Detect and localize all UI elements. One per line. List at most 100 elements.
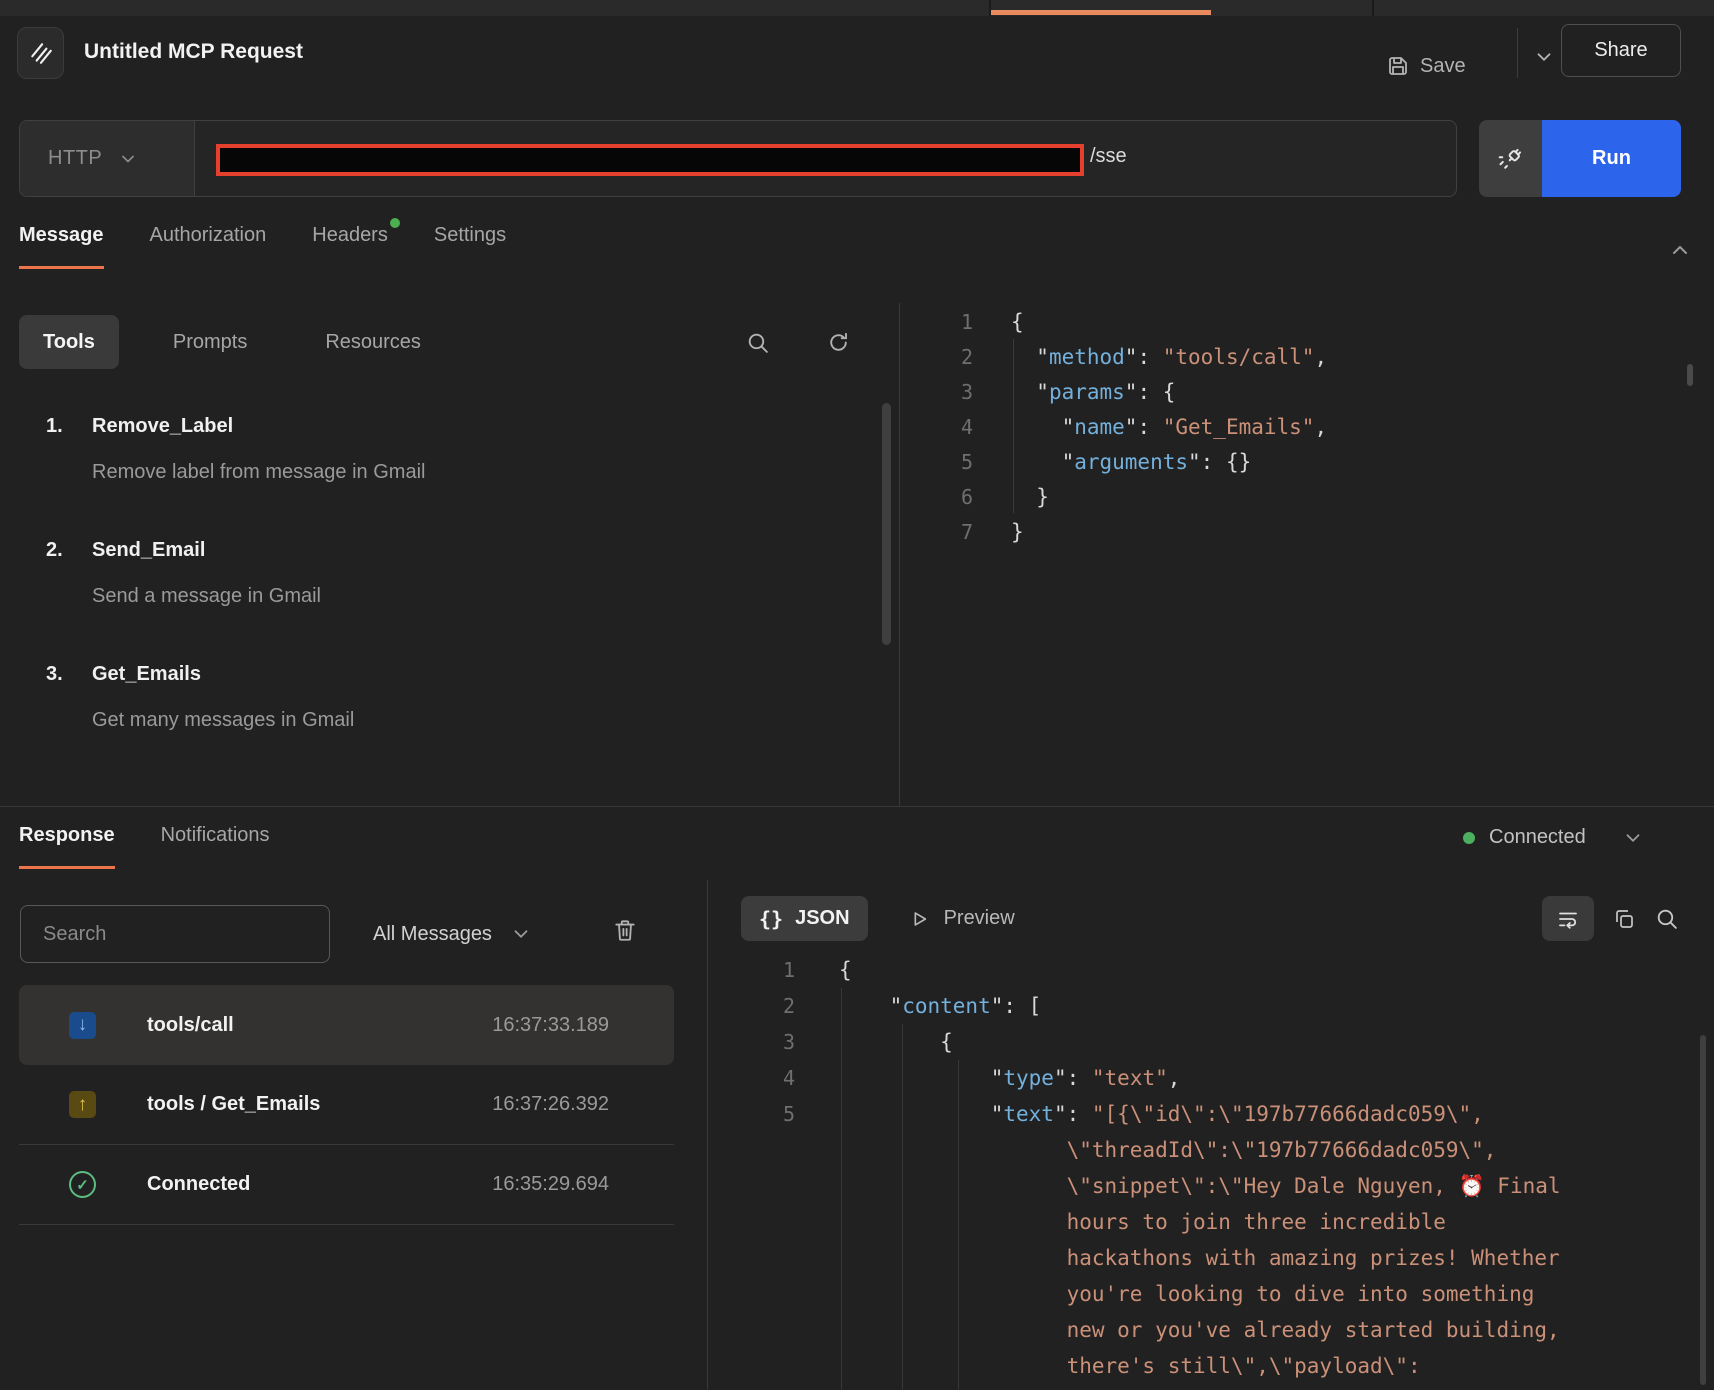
- method-dropdown[interactable]: HTTP: [20, 121, 195, 196]
- request-tab[interactable]: Message: [19, 224, 104, 269]
- request-tab[interactable]: Settings: [434, 224, 506, 269]
- tool-name: Remove_Label: [92, 415, 233, 438]
- response-tab[interactable]: Notifications: [161, 824, 270, 869]
- code-segment: ,: [1314, 415, 1327, 439]
- code-segment: ": [1011, 450, 1074, 474]
- response-tab[interactable]: Response: [19, 824, 115, 869]
- response-tabs: Response Notifications: [19, 824, 270, 869]
- save-label: Save: [1420, 55, 1466, 78]
- code-line: 6 }: [899, 479, 1689, 514]
- tools-list: 1. Remove_Label Remove label from messag…: [0, 415, 860, 787]
- play-icon: [908, 908, 930, 930]
- code-segment: you're looking to dive into something: [839, 1282, 1534, 1306]
- code-text: "params": {: [1011, 380, 1175, 404]
- capability-tab[interactable]: Tools: [19, 315, 119, 369]
- tools-scrollbar[interactable]: [882, 403, 891, 645]
- code-line: 2 "content": [: [707, 988, 1667, 1024]
- connection-status-dropdown[interactable]: Connected: [1463, 826, 1644, 849]
- code-segment: "tools/call": [1163, 345, 1315, 369]
- code-segment: ": [: [991, 994, 1042, 1018]
- clear-messages-trash-icon[interactable]: [612, 917, 638, 943]
- run-button[interactable]: Run: [1542, 120, 1681, 197]
- code-line: \"snippet\":\"Hey Dale Nguyen, ⏰ Final: [707, 1168, 1667, 1204]
- code-segment: ": [1011, 345, 1049, 369]
- code-line: 3 {: [707, 1024, 1667, 1060]
- word-wrap-icon: [1556, 907, 1580, 931]
- code-segment: \"snippet\":\"Hey Dale Nguyen, ⏰ Final: [839, 1174, 1561, 1198]
- message-row[interactable]: ↑ tools / Get_Emails 16:37:26.392: [19, 1065, 674, 1145]
- word-wrap-button[interactable]: [1542, 896, 1594, 941]
- tool-list-item[interactable]: 3. Get_Emails Get many messages in Gmail: [0, 663, 860, 787]
- json-view-button[interactable]: {} JSON: [741, 896, 868, 941]
- search-icon[interactable]: [1654, 906, 1679, 931]
- share-button[interactable]: Share: [1561, 24, 1681, 77]
- code-line: you're looking to dive into something: [707, 1276, 1667, 1312]
- search-icon[interactable]: [745, 330, 770, 355]
- tool-description: Send a message in Gmail: [92, 585, 321, 608]
- code-text: "text": "[{\"id\":\"197b77666dadc059\",: [839, 1102, 1484, 1126]
- preview-view-button[interactable]: Preview: [908, 907, 1015, 930]
- code-text: you're looking to dive into something: [839, 1282, 1534, 1306]
- editor-scrollbar[interactable]: [1687, 364, 1693, 386]
- code-segment: ": [1011, 415, 1074, 439]
- code-segment: ": {}: [1188, 450, 1251, 474]
- code-text: there's still\",\"payload\":: [839, 1354, 1421, 1378]
- code-segment: "Get_Emails": [1163, 415, 1315, 439]
- code-segment: type: [1003, 1066, 1054, 1090]
- section-divider: [0, 806, 1714, 807]
- message-direction-icon: ↓: [69, 1012, 96, 1039]
- code-segment: method: [1049, 345, 1125, 369]
- response-body-viewer[interactable]: 1 { 2 "content": [ 3 { 4 "type": "text",…: [707, 952, 1667, 1390]
- code-segment: ,: [1314, 345, 1327, 369]
- filter-label: All Messages: [373, 923, 492, 946]
- response-scrollbar[interactable]: [1700, 1035, 1706, 1385]
- line-number: 6: [899, 485, 973, 509]
- search-input[interactable]: [20, 905, 330, 963]
- copy-icon[interactable]: [1612, 907, 1636, 931]
- code-segment: ,: [1168, 1066, 1181, 1090]
- code-text: }: [1011, 485, 1049, 509]
- line-number: 5: [899, 450, 973, 474]
- save-options-chevron-down-icon[interactable]: [1527, 40, 1561, 74]
- code-line: 1 {: [899, 304, 1689, 339]
- collapse-section-chevron-up-icon[interactable]: [1664, 234, 1696, 266]
- capability-tab[interactable]: Prompts: [149, 315, 271, 369]
- request-tab[interactable]: Authorization: [150, 224, 267, 269]
- code-segment: name: [1074, 415, 1125, 439]
- url-input-redacted[interactable]: [216, 144, 1084, 176]
- code-text: "type": "text",: [839, 1066, 1180, 1090]
- code-text: new or you've already started building,: [839, 1318, 1560, 1342]
- request-body-editor[interactable]: 1 { 2 "method": "tools/call", 3 "params"…: [899, 304, 1689, 549]
- tool-description: Get many messages in Gmail: [92, 709, 354, 732]
- code-line: 4 "name": "Get_Emails",: [899, 409, 1689, 444]
- chevron-down-icon: [118, 149, 138, 169]
- line-number: 3: [899, 380, 973, 404]
- save-button[interactable]: Save: [1386, 38, 1466, 94]
- message-label: tools/call: [147, 1014, 234, 1037]
- tool-list-item[interactable]: 2. Send_Email Send a message in Gmail: [0, 539, 860, 663]
- line-number: 5: [707, 1102, 795, 1126]
- message-direction-icon: ↑: [69, 1091, 96, 1118]
- tab-separator: [1372, 0, 1374, 16]
- line-number: 7: [899, 520, 973, 544]
- line-number: 2: [707, 994, 795, 1018]
- request-header: Untitled MCP Request Save Share: [0, 16, 1714, 104]
- refresh-icon[interactable]: [826, 330, 851, 355]
- request-tab[interactable]: Headers: [312, 224, 388, 269]
- code-segment: \"threadId\":\"197b77666dadc059\",: [839, 1138, 1496, 1162]
- code-text: \"threadId\":\"197b77666dadc059\",: [839, 1138, 1496, 1162]
- tool-list-item[interactable]: 1. Remove_Label Remove label from messag…: [0, 415, 860, 539]
- code-segment: }: [1011, 485, 1049, 509]
- message-row[interactable]: ✓ Connected 16:35:29.694: [19, 1145, 674, 1225]
- code-segment: content: [902, 994, 991, 1018]
- message-filter-dropdown[interactable]: All Messages: [373, 905, 532, 963]
- disconnect-button[interactable]: [1479, 120, 1542, 197]
- message-row[interactable]: ↓ tools/call 16:37:33.189: [19, 985, 674, 1065]
- code-segment: ":: [1125, 415, 1163, 439]
- status-label: Connected: [1489, 826, 1586, 849]
- braces-icon: {}: [759, 907, 783, 931]
- code-segment: {: [1011, 310, 1024, 334]
- code-segment: }: [1011, 520, 1024, 544]
- code-line: \"threadId\":\"197b77666dadc059\",: [707, 1132, 1667, 1168]
- capability-tab[interactable]: Resources: [301, 315, 445, 369]
